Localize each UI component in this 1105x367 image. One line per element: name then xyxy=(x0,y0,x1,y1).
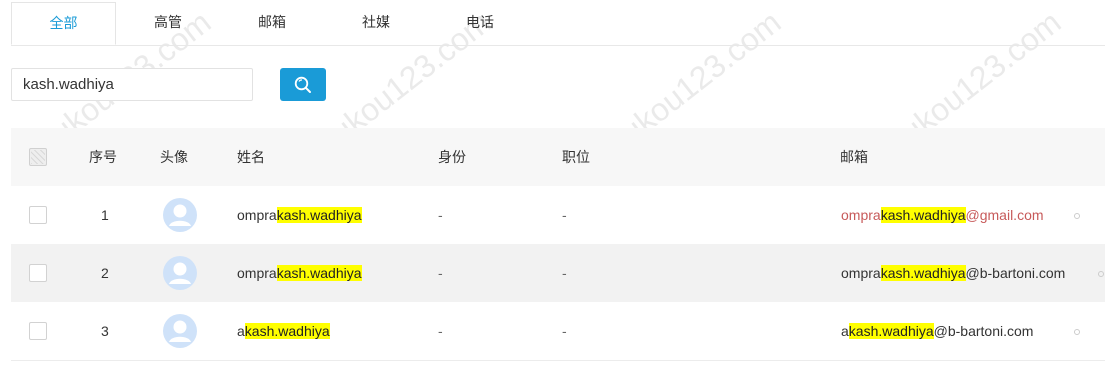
tab-all[interactable]: 全部 xyxy=(11,2,116,45)
tab-email[interactable]: 邮箱 xyxy=(220,2,324,45)
name-highlight: kash.wadhiya xyxy=(276,207,362,223)
user-avatar-icon xyxy=(169,262,191,284)
row-index: 2 xyxy=(101,265,109,281)
avatar xyxy=(163,314,197,348)
email-highlight: kash.wadhiya xyxy=(848,323,934,339)
email-highlight: kash.wadhiya xyxy=(880,207,966,223)
user-avatar-icon xyxy=(169,204,191,226)
row-identity: - xyxy=(438,323,443,339)
header-position: 职位 xyxy=(562,149,590,165)
row-index: 1 xyxy=(101,207,109,223)
email-suffix: @b-bartoni.com xyxy=(933,323,1034,339)
name-highlight: kash.wadhiya xyxy=(276,265,362,281)
search-input[interactable] xyxy=(11,68,253,101)
status-dot xyxy=(1098,271,1104,277)
row-identity: - xyxy=(438,207,443,223)
row-identity: - xyxy=(438,265,443,281)
row-email[interactable]: omprakash.wadhiya@b-bartoni.com xyxy=(841,244,1065,302)
email-highlight: kash.wadhiya xyxy=(880,265,966,281)
header-email: 邮箱 xyxy=(840,149,868,165)
status-dot xyxy=(1074,329,1080,335)
row-email[interactable]: omprakash.wadhiya@gmail.com xyxy=(841,186,1044,244)
row-name: omprakash.wadhiya xyxy=(237,186,362,244)
tab-social[interactable]: 社媒 xyxy=(324,2,428,45)
header-name: 姓名 xyxy=(237,149,265,165)
row-name: omprakash.wadhiya xyxy=(237,244,362,302)
row-checkbox[interactable] xyxy=(29,206,47,224)
header-index: 序号 xyxy=(89,149,117,165)
tab-bar: 全部 高管 邮箱 社媒 电话 xyxy=(11,0,1105,46)
table-header: 序号 头像 姓名 身份 职位 邮箱 xyxy=(11,128,1105,187)
row-checkbox[interactable] xyxy=(29,264,47,282)
header-identity: 身份 xyxy=(438,149,466,165)
row-email[interactable]: akash.wadhiya@b-bartoni.com xyxy=(841,302,1033,360)
row-index: 3 xyxy=(101,323,109,339)
name-prefix: ompra xyxy=(237,265,277,281)
select-all-checkbox[interactable] xyxy=(29,148,47,166)
table-row[interactable]: 3 akash.wadhiya - - akash.wadhiya@b-bart… xyxy=(11,302,1105,361)
email-prefix: ompra xyxy=(841,265,881,281)
tab-phone[interactable]: 电话 xyxy=(428,2,532,45)
search-icon xyxy=(294,76,311,93)
avatar xyxy=(163,198,197,232)
row-checkbox[interactable] xyxy=(29,322,47,340)
email-prefix: ompra xyxy=(841,207,881,223)
header-avatar: 头像 xyxy=(160,149,188,165)
name-prefix: ompra xyxy=(237,207,277,223)
table-row[interactable]: 1 omprakash.wadhiya - - omprakash.wadhiy… xyxy=(11,186,1105,245)
name-highlight: kash.wadhiya xyxy=(244,323,330,339)
row-name: akash.wadhiya xyxy=(237,302,330,360)
email-suffix: @b-bartoni.com xyxy=(965,265,1066,281)
status-dot xyxy=(1074,213,1080,219)
email-suffix: @gmail.com xyxy=(965,207,1044,223)
email-prefix: a xyxy=(841,323,849,339)
name-prefix: a xyxy=(237,323,245,339)
table-row[interactable]: 2 omprakash.wadhiya - - omprakash.wadhiy… xyxy=(11,244,1105,303)
row-position: - xyxy=(562,323,567,339)
tab-executives[interactable]: 高管 xyxy=(116,2,220,45)
search-button[interactable] xyxy=(280,68,326,101)
row-position: - xyxy=(562,265,567,281)
avatar xyxy=(163,256,197,290)
user-avatar-icon xyxy=(169,320,191,342)
row-position: - xyxy=(562,207,567,223)
